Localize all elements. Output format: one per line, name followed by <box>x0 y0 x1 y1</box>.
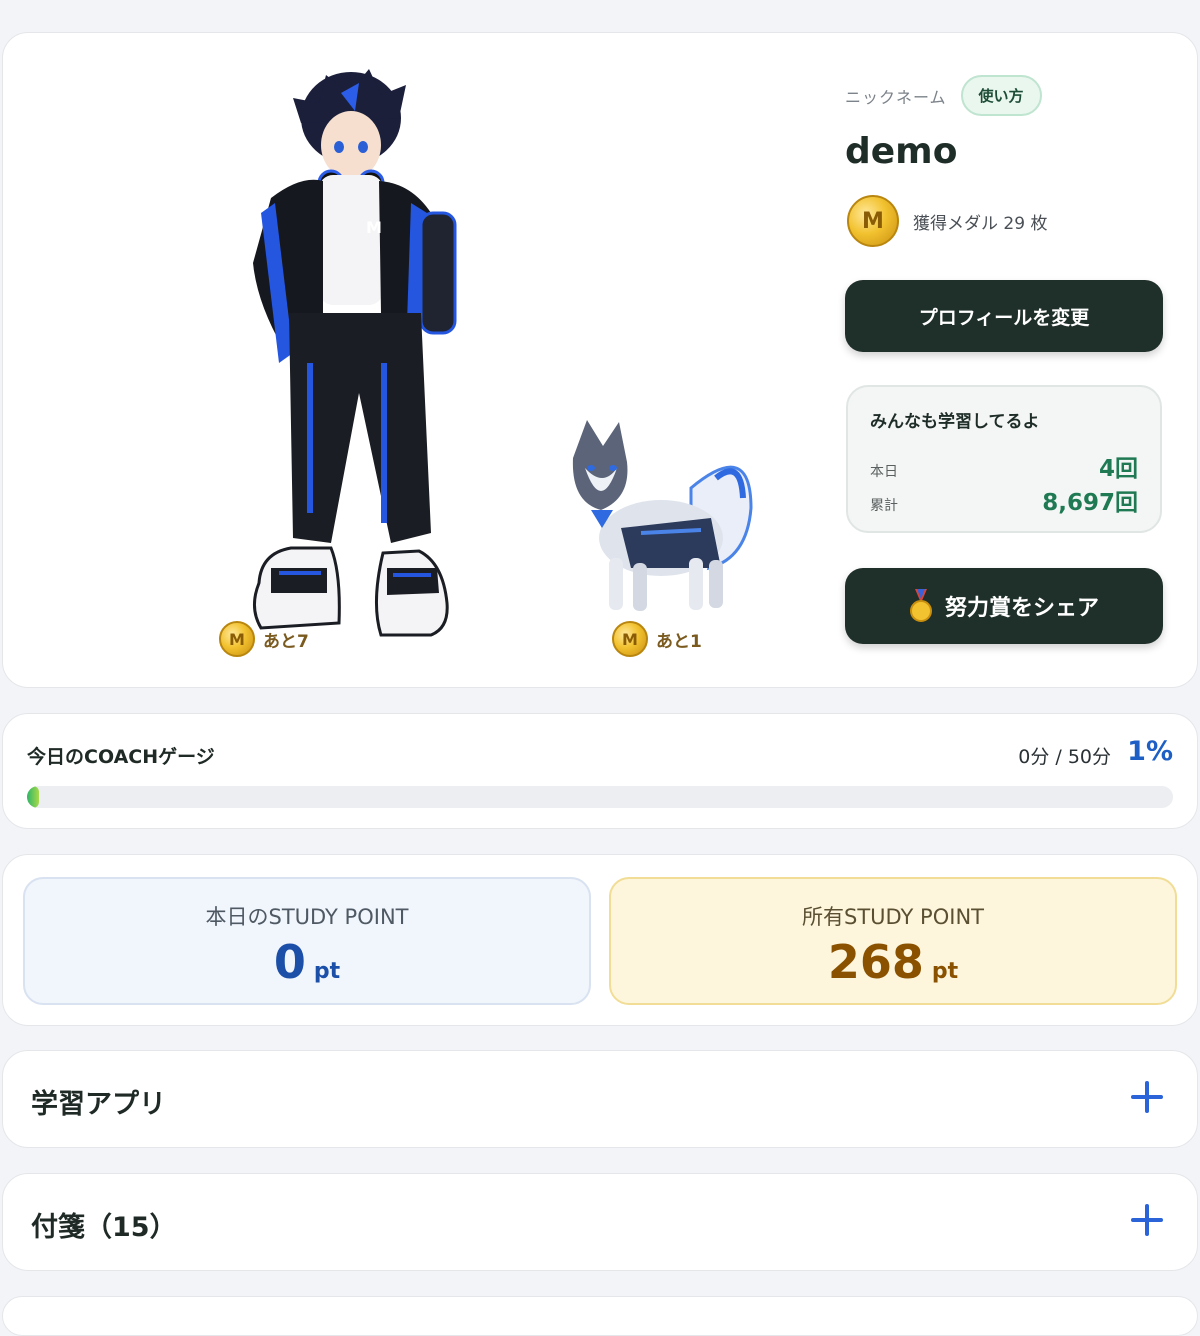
edit-profile-button[interactable]: プロフィールを変更 <box>845 280 1163 352</box>
sticky-notes-title: 付箋（15） <box>31 1212 177 1243</box>
avatar-medal-label: あと7 <box>263 631 309 652</box>
owned-points-box: 所有STUDY POINT 268 pt <box>609 877 1177 1005</box>
edit-profile-label: プロフィールを変更 <box>918 306 1090 329</box>
sticky-notes-section[interactable]: 付箋（15） <box>2 1173 1198 1271</box>
coach-gauge-card: 今日のCOACHゲージ 0分 / 50分 1% <box>2 713 1198 829</box>
share-award-label: 努力賞をシェア <box>944 596 1099 621</box>
plus-icon[interactable] <box>1131 1081 1163 1113</box>
coach-gauge-bar <box>27 786 1173 808</box>
study-points-card: 本日のSTUDY POINT 0 pt 所有STUDY POINT 268 pt <box>2 854 1198 1026</box>
avatar-medal-badge: M あと7 <box>219 621 309 657</box>
stats-today-value: 4回 <box>1098 456 1138 482</box>
profile-card: M M あと7 M あと1 ニックネーム 使い方 demo M 獲得メダル 29… <box>2 32 1198 688</box>
stats-total-label: 累計 <box>870 498 898 514</box>
community-stats-title: みんなも学習してるよ <box>870 412 1040 432</box>
medal-coin-icon: M <box>847 195 899 247</box>
community-stats-box: みんなも学習してるよ 本日 4回 累計 8,697回 <box>846 385 1162 533</box>
plus-icon[interactable] <box>1131 1204 1163 1236</box>
nickname-label: ニックネーム <box>845 87 947 107</box>
coach-gauge-fill <box>27 786 39 808</box>
owned-points-number: 268 <box>827 935 924 989</box>
avatar-character-image[interactable]: M <box>231 63 491 648</box>
pet-medal-badge: M あと1 <box>612 621 702 657</box>
svg-text:M: M <box>366 218 382 237</box>
today-points-box: 本日のSTUDY POINT 0 pt <box>23 877 591 1005</box>
today-points-label: 本日のSTUDY POINT <box>205 905 409 929</box>
pet-medal-label: あと1 <box>656 631 702 652</box>
medal-coin-icon: M <box>612 621 648 657</box>
owned-points-value: 268 pt <box>611 935 1175 989</box>
medal-coin-icon: M <box>219 621 255 657</box>
today-points-unit: pt <box>313 959 341 984</box>
coach-gauge-time: 0分 / 50分 <box>1018 746 1111 768</box>
study-apps-section[interactable]: 学習アプリ <box>2 1050 1198 1148</box>
study-apps-title: 学習アプリ <box>31 1089 166 1120</box>
stats-total-value: 8,697回 <box>1042 490 1138 516</box>
howto-button[interactable]: 使い方 <box>960 75 1042 116</box>
stats-today-label: 本日 <box>870 464 898 480</box>
today-points-number: 0 <box>273 935 306 989</box>
owned-points-unit: pt <box>931 959 959 984</box>
next-section-card <box>2 1296 1198 1336</box>
award-medal-icon <box>909 589 932 622</box>
owned-points-label: 所有STUDY POINT <box>802 905 984 929</box>
coach-gauge-title: 今日のCOACHゲージ <box>27 746 215 768</box>
top-strip <box>0 0 1200 10</box>
stats-today-row: 本日 4回 <box>870 449 1138 483</box>
medal-count: M 獲得メダル 29 枚 <box>847 195 1047 247</box>
coach-gauge-percent: 1% <box>1127 736 1173 767</box>
share-award-button[interactable]: 努力賞をシェア <box>845 568 1163 644</box>
stats-total-row: 累計 8,697回 <box>870 483 1138 517</box>
pet-wolf-image[interactable] <box>551 418 761 623</box>
today-points-value: 0 pt <box>25 935 589 989</box>
nickname: demo <box>845 131 958 172</box>
nickname-header: ニックネーム 使い方 <box>845 75 1042 116</box>
medal-count-text: 獲得メダル 29 枚 <box>913 213 1048 234</box>
